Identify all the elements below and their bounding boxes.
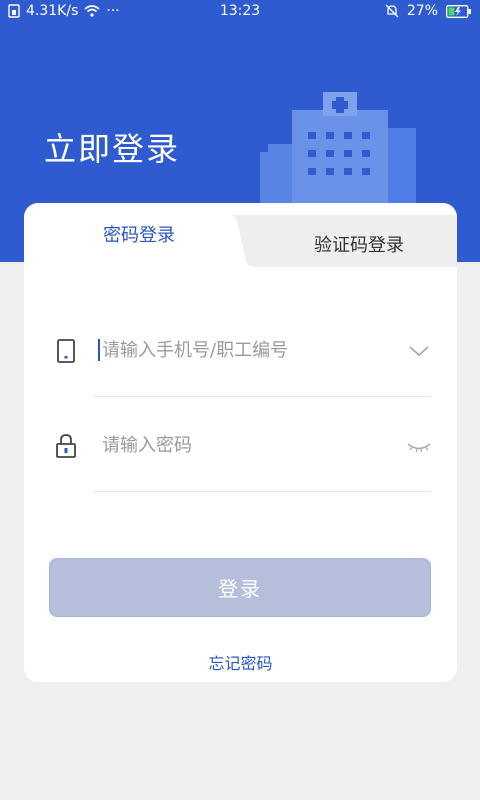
- page-title: 立即登录: [44, 130, 181, 168]
- eye-closed-icon[interactable]: [405, 432, 433, 460]
- phone-icon: [52, 337, 80, 365]
- mute-bell-icon: [385, 4, 399, 18]
- lock-icon: [52, 432, 80, 460]
- login-card: 密码登录 验证码登录 登录 忘记密码: [24, 203, 457, 682]
- hospital-building-illustration: [260, 92, 416, 204]
- account-field: [24, 321, 457, 381]
- password-input[interactable]: [98, 428, 382, 462]
- status-bar: 4.31K/s ··· 13:23 27%: [0, 0, 480, 24]
- password-field: [24, 416, 457, 476]
- battery-charging-icon: [446, 4, 472, 18]
- chevron-down-icon[interactable]: [405, 337, 433, 365]
- account-divider: [94, 396, 431, 397]
- tab-password-login[interactable]: 密码登录: [24, 221, 254, 257]
- password-divider: [94, 491, 431, 492]
- login-button[interactable]: 登录: [49, 558, 431, 617]
- battery-percent: 27%: [406, 3, 438, 19]
- forgot-password-link[interactable]: 忘记密码: [24, 650, 457, 674]
- tab-verification-code-login[interactable]: 验证码登录: [269, 231, 449, 265]
- account-input[interactable]: [98, 333, 382, 367]
